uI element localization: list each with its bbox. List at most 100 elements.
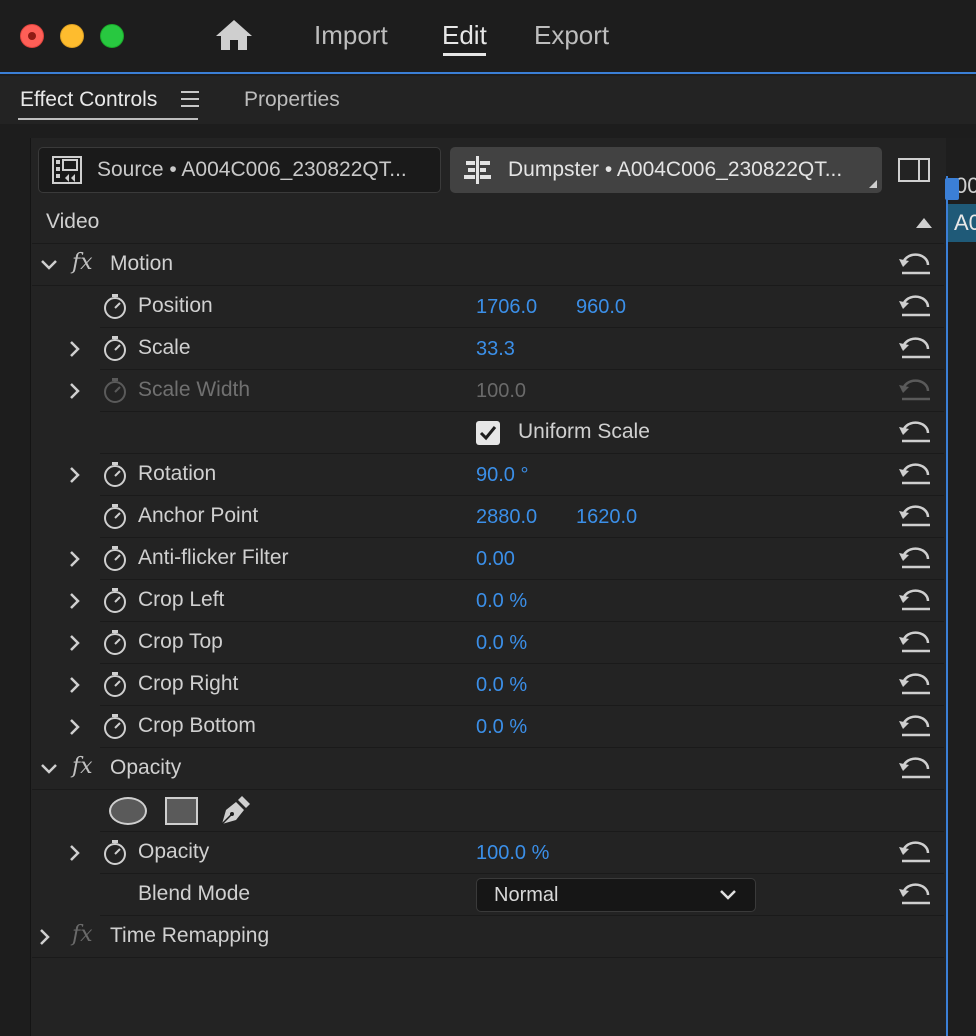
reset-icon[interactable] <box>898 253 932 275</box>
nav-export[interactable]: Export <box>534 20 609 51</box>
property-row-crop-right[interactable]: Crop Right 0.0 % <box>70 664 944 706</box>
property-row-anti-flicker[interactable]: Anti-flicker Filter 0.00 <box>70 538 944 580</box>
chevron-right-icon[interactable] <box>66 676 84 694</box>
minimize-window-button[interactable] <box>60 24 84 48</box>
tab-properties[interactable]: Properties <box>244 88 340 112</box>
reset-icon[interactable] <box>898 547 932 569</box>
chevron-down-icon[interactable] <box>40 256 58 274</box>
property-row-anchor-point[interactable]: Anchor Point 2880.0 1620.0 <box>100 496 944 538</box>
playhead-handle[interactable] <box>945 178 959 200</box>
property-label: Anchor Point <box>138 504 259 527</box>
chevron-down-icon <box>720 890 736 900</box>
stopwatch-icon[interactable] <box>103 461 127 487</box>
sequence-clip-selector[interactable]: Dumpster • A004C006_230822QT... <box>450 147 882 193</box>
reset-icon[interactable] <box>898 505 932 527</box>
stopwatch-icon[interactable] <box>103 503 127 529</box>
reset-icon[interactable] <box>898 883 932 905</box>
property-row-position[interactable]: Position 1706.0 960.0 <box>100 286 944 328</box>
property-row-opacity[interactable]: Opacity 100.0 % <box>70 832 944 874</box>
scale-value[interactable]: 33.3 <box>476 338 515 361</box>
chevron-right-icon[interactable] <box>66 592 84 610</box>
fx-badge[interactable]: fx <box>72 250 93 275</box>
chevron-right-icon[interactable] <box>66 550 84 568</box>
stopwatch-icon[interactable] <box>103 671 127 697</box>
blend-mode-select[interactable]: Normal <box>476 878 756 912</box>
crop-left-value[interactable]: 0.0 % <box>476 590 527 613</box>
video-section-header[interactable]: Video <box>32 202 944 244</box>
reset-icon[interactable] <box>898 715 932 737</box>
home-icon[interactable] <box>214 18 254 52</box>
reset-icon[interactable] <box>898 673 932 695</box>
reset-icon[interactable] <box>898 631 932 653</box>
effect-name-motion: Motion <box>110 252 174 275</box>
chevron-right-icon[interactable] <box>66 634 84 652</box>
effect-motion-row[interactable]: fx Motion <box>32 244 944 286</box>
source-clip-selector[interactable]: Source • A004C006_230822QT... <box>38 147 441 193</box>
chevron-right-icon[interactable] <box>66 382 84 400</box>
chevron-right-icon[interactable] <box>36 928 54 946</box>
reset-icon[interactable] <box>898 463 932 485</box>
stopwatch-icon[interactable] <box>103 545 127 571</box>
opacity-value[interactable]: 100.0 % <box>476 842 549 865</box>
property-row-crop-bottom[interactable]: Crop Bottom 0.0 % <box>70 706 944 748</box>
position-x-value[interactable]: 1706.0 <box>476 296 537 319</box>
stopwatch-icon[interactable] <box>103 335 127 361</box>
property-label: Crop Left <box>138 588 225 611</box>
property-row-rotation[interactable]: Rotation 90.0 ° <box>70 454 944 496</box>
reset-icon[interactable] <box>898 841 932 863</box>
stopwatch-icon[interactable] <box>103 293 127 319</box>
rotation-value[interactable]: 90.0 ° <box>476 464 528 487</box>
stopwatch-icon[interactable] <box>103 839 127 865</box>
uniform-scale-checkbox[interactable] <box>476 421 500 445</box>
pen-mask-icon[interactable] <box>218 794 252 828</box>
reset-icon[interactable] <box>898 421 932 443</box>
collapse-section-icon[interactable] <box>916 218 932 228</box>
close-window-button[interactable] <box>20 24 44 48</box>
checkmark-icon <box>479 426 497 441</box>
crop-top-value[interactable]: 0.0 % <box>476 632 527 655</box>
chevron-right-icon[interactable] <box>66 844 84 862</box>
property-row-crop-left[interactable]: Crop Left 0.0 % <box>70 580 944 622</box>
chevron-right-icon[interactable] <box>66 466 84 484</box>
chevron-right-icon[interactable] <box>66 718 84 736</box>
property-label: Crop Right <box>138 672 239 695</box>
blend-mode-value: Normal <box>494 884 559 906</box>
reset-icon[interactable] <box>898 337 932 359</box>
rectangle-mask-icon[interactable] <box>165 797 198 825</box>
reset-icon[interactable] <box>898 757 932 779</box>
timeline-clip[interactable]: A0 <box>948 204 976 242</box>
stopwatch-icon[interactable] <box>103 629 127 655</box>
anchor-y-value[interactable]: 1620.0 <box>576 506 637 529</box>
position-y-value[interactable]: 960.0 <box>576 296 626 319</box>
toggle-timeline-view-icon[interactable] <box>898 158 930 182</box>
property-label: Blend Mode <box>138 882 251 905</box>
property-row-scale[interactable]: Scale 33.3 <box>70 328 944 370</box>
crop-bottom-value[interactable]: 0.0 % <box>476 716 527 739</box>
effect-time-remapping-row[interactable]: fx Time Remapping <box>32 916 944 958</box>
property-row-uniform-scale[interactable]: Uniform Scale <box>100 412 944 454</box>
chevron-down-icon[interactable] <box>40 760 58 778</box>
fx-badge: fx <box>72 922 93 947</box>
reset-icon[interactable] <box>898 589 932 611</box>
panel-menu-icon[interactable] <box>181 91 199 107</box>
anti-flicker-value[interactable]: 0.00 <box>476 548 515 571</box>
chevron-right-icon[interactable] <box>66 340 84 358</box>
playhead-line[interactable] <box>946 176 948 1036</box>
property-label: Scale <box>138 336 191 359</box>
effect-opacity-row[interactable]: fx Opacity <box>32 748 944 790</box>
nav-edit[interactable]: Edit <box>442 20 487 51</box>
tab-effect-controls[interactable]: Effect Controls <box>20 88 157 112</box>
stopwatch-icon[interactable] <box>103 713 127 739</box>
property-row-scale-width: Scale Width 100.0 <box>70 370 944 412</box>
dropdown-corner-icon <box>869 180 877 188</box>
nav-import[interactable]: Import <box>314 20 388 51</box>
stopwatch-icon[interactable] <box>103 587 127 613</box>
mini-timeline[interactable] <box>946 138 976 1036</box>
anchor-x-value[interactable]: 2880.0 <box>476 506 537 529</box>
reset-icon[interactable] <box>898 295 932 317</box>
property-row-crop-top[interactable]: Crop Top 0.0 % <box>70 622 944 664</box>
ellipse-mask-icon[interactable] <box>109 797 147 825</box>
crop-right-value[interactable]: 0.0 % <box>476 674 527 697</box>
zoom-window-button[interactable] <box>100 24 124 48</box>
fx-badge[interactable]: fx <box>72 754 93 779</box>
